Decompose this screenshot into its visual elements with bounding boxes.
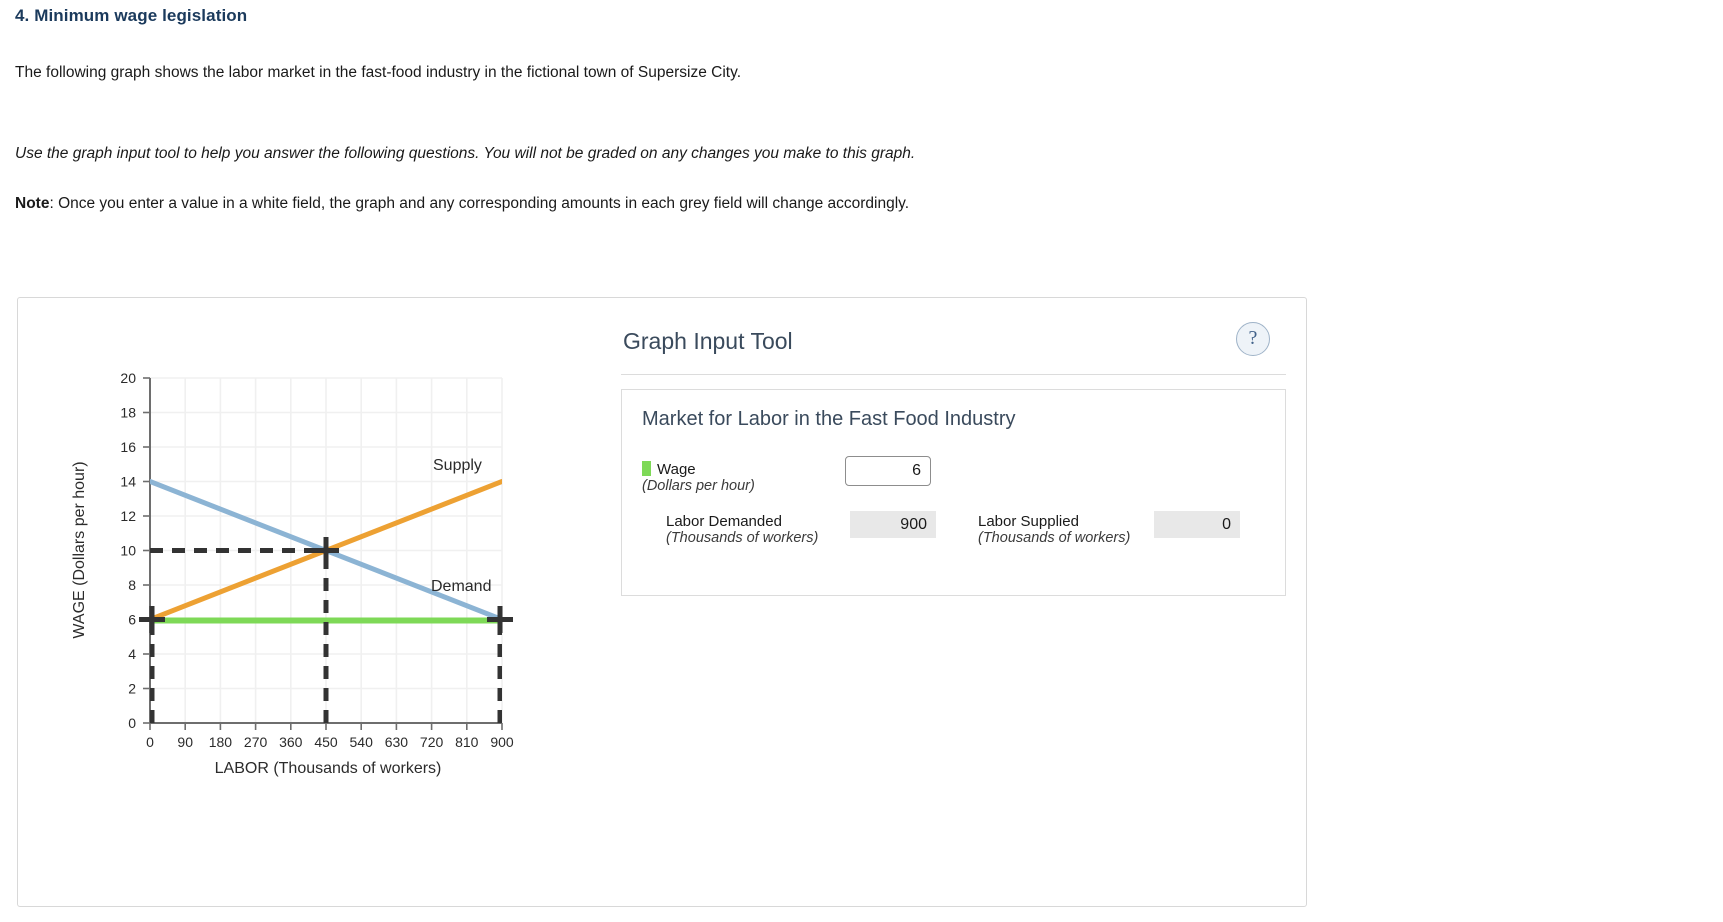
graph-input-tool-title: Graph Input Tool — [623, 328, 793, 355]
help-icon[interactable]: ? — [1236, 322, 1270, 356]
labor-demanded-label-group: Labor Demanded (Thousands of workers) — [666, 513, 856, 547]
x-tick-label: 0 — [146, 734, 154, 750]
x-tick-label: 810 — [455, 734, 479, 750]
y-axis-ticks — [143, 378, 150, 723]
x-tick-label: 630 — [385, 734, 409, 750]
x-tick-label: 90 — [177, 734, 193, 750]
labor-demanded-units: (Thousands of workers) — [666, 530, 856, 547]
supply-label: Supply — [433, 457, 482, 474]
wage-label-group: Wage (Dollars per hour) — [642, 461, 842, 495]
y-tick-labels: 0 2 4 6 8 10 12 14 16 18 20 — [120, 370, 136, 731]
y-tick-label: 8 — [128, 577, 136, 593]
note-body-text: : Once you enter a value in a white fiel… — [49, 195, 909, 212]
x-tick-label: 450 — [314, 734, 338, 750]
x-tick-label: 270 — [244, 734, 268, 750]
x-axis-ticks — [150, 723, 502, 730]
demand-label: Demand — [431, 578, 491, 595]
results-row: Labor Demanded (Thousands of workers) 90… — [642, 513, 1265, 573]
wage-label: Wage — [657, 461, 696, 478]
wage-color-swatch-icon — [642, 461, 651, 476]
x-tick-labels: 0 90 180 270 360 450 540 630 720 810 900 — [146, 734, 514, 750]
labor-market-chart: 0 2 4 6 8 10 12 14 16 18 20 0 90 180 — [38, 348, 558, 828]
note-paragraph: Note: Once you enter a value in a white … — [15, 194, 909, 215]
chart-svg: 0 2 4 6 8 10 12 14 16 18 20 0 90 180 — [38, 348, 558, 828]
page-root: 4. Minimum wage legislation The followin… — [0, 0, 1723, 922]
y-tick-label: 20 — [120, 370, 136, 386]
x-tick-label: 900 — [490, 734, 514, 750]
labor-demanded-value: 900 — [850, 511, 936, 538]
y-tick-label: 2 — [128, 681, 136, 697]
labor-supplied-label-group: Labor Supplied (Thousands of workers) — [978, 513, 1158, 547]
y-tick-label: 18 — [120, 405, 136, 421]
x-tick-label: 180 — [209, 734, 233, 750]
x-axis-title: LABOR (Thousands of workers) — [215, 760, 442, 777]
wage-row: Wage (Dollars per hour) — [642, 461, 1265, 513]
y-tick-label: 10 — [120, 543, 136, 559]
x-tick-label: 540 — [350, 734, 374, 750]
graph-card: 0 2 4 6 8 10 12 14 16 18 20 0 90 180 — [17, 297, 1307, 907]
instruction-paragraph: Use the graph input tool to help you ans… — [15, 144, 915, 165]
market-panel: Market for Labor in the Fast Food Indust… — [621, 389, 1286, 596]
y-axis-title: WAGE (Dollars per hour) — [71, 461, 88, 638]
graph-input-tool-header: Graph Input Tool ? — [621, 318, 1286, 375]
market-panel-title: Market for Labor in the Fast Food Indust… — [642, 408, 1265, 431]
labor-demanded-label: Labor Demanded — [666, 513, 782, 530]
y-tick-label: 14 — [120, 474, 136, 490]
y-tick-label: 0 — [128, 715, 136, 731]
labor-supplied-units: (Thousands of workers) — [978, 530, 1158, 547]
y-tick-label: 16 — [120, 439, 136, 455]
labor-supplied-label: Labor Supplied — [978, 513, 1079, 530]
y-tick-label: 4 — [128, 646, 136, 662]
x-tick-label: 360 — [279, 734, 303, 750]
graph-input-tool: Graph Input Tool ? Market for Labor in t… — [621, 318, 1286, 596]
x-tick-label: 720 — [420, 734, 444, 750]
page-title: 4. Minimum wage legislation — [15, 6, 247, 26]
wage-input[interactable] — [845, 456, 931, 486]
wage-units: (Dollars per hour) — [642, 478, 842, 495]
labor-supplied-value: 0 — [1154, 511, 1240, 538]
y-tick-label: 6 — [128, 612, 136, 628]
note-lead-label: Note — [15, 195, 49, 212]
intro-paragraph: The following graph shows the labor mark… — [15, 63, 741, 84]
y-tick-label: 12 — [120, 508, 136, 524]
